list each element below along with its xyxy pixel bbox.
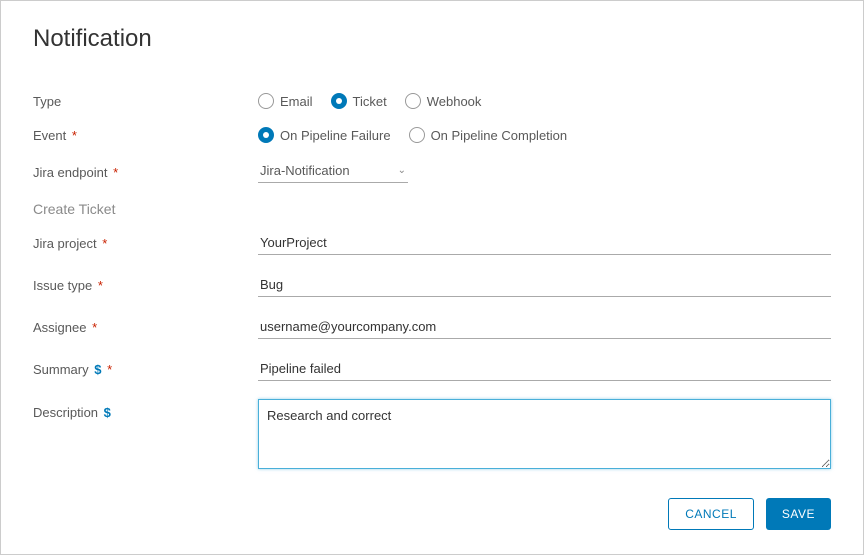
assignee-label: Assignee *: [33, 320, 258, 335]
assignee-input[interactable]: [258, 315, 831, 339]
jira-project-input[interactable]: [258, 231, 831, 255]
required-icon: *: [92, 320, 97, 335]
event-completion-option[interactable]: On Pipeline Completion: [409, 127, 568, 143]
create-ticket-header: Create Ticket: [33, 201, 831, 217]
jira-project-label-text: Jira project: [33, 236, 97, 251]
jira-endpoint-label: Jira endpoint *: [33, 165, 258, 180]
issue-type-label-text: Issue type: [33, 278, 92, 293]
summary-label-text: Summary: [33, 362, 89, 377]
type-label: Type: [33, 94, 258, 109]
jira-project-label: Jira project *: [33, 236, 258, 251]
event-failure-label: On Pipeline Failure: [280, 128, 391, 143]
type-webhook-label: Webhook: [427, 94, 482, 109]
type-ticket-option[interactable]: Ticket: [331, 93, 387, 109]
issue-type-input[interactable]: [258, 273, 831, 297]
event-label-text: Event: [33, 128, 66, 143]
radio-icon: [258, 127, 274, 143]
radio-icon: [409, 127, 425, 143]
type-webhook-option[interactable]: Webhook: [405, 93, 482, 109]
save-button[interactable]: SAVE: [766, 498, 831, 530]
assignee-row: Assignee *: [33, 315, 831, 339]
jira-project-row: Jira project *: [33, 231, 831, 255]
description-label-text: Description: [33, 405, 98, 420]
event-failure-option[interactable]: On Pipeline Failure: [258, 127, 391, 143]
jira-endpoint-row: Jira endpoint * Jira-Notification ⌄: [33, 161, 831, 183]
issue-type-label: Issue type *: [33, 278, 258, 293]
radio-icon: [405, 93, 421, 109]
assignee-label-text: Assignee: [33, 320, 86, 335]
summary-row: Summary $ *: [33, 357, 831, 381]
radio-icon: [258, 93, 274, 109]
type-email-option[interactable]: Email: [258, 93, 313, 109]
event-completion-label: On Pipeline Completion: [431, 128, 568, 143]
radio-icon: [331, 93, 347, 109]
cancel-button[interactable]: CANCEL: [668, 498, 754, 530]
required-icon: *: [102, 236, 107, 251]
summary-input[interactable]: [258, 357, 831, 381]
description-row: Description $: [33, 399, 831, 472]
notification-panel: Notification Type Email Ticket Webhook E…: [0, 0, 864, 555]
jira-endpoint-select[interactable]: Jira-Notification ⌄: [258, 161, 408, 183]
summary-label: Summary $ *: [33, 362, 258, 377]
footer-actions: CANCEL SAVE: [668, 498, 831, 530]
event-row: Event * On Pipeline Failure On Pipeline …: [33, 127, 831, 143]
jira-endpoint-label-text: Jira endpoint: [33, 165, 107, 180]
variable-icon: $: [94, 362, 101, 377]
event-label: Event *: [33, 128, 258, 143]
description-label: Description $: [33, 399, 258, 420]
type-row: Type Email Ticket Webhook: [33, 93, 831, 109]
variable-icon: $: [104, 405, 111, 420]
type-radio-group: Email Ticket Webhook: [258, 93, 481, 109]
event-radio-group: On Pipeline Failure On Pipeline Completi…: [258, 127, 567, 143]
jira-endpoint-value: Jira-Notification: [260, 163, 350, 178]
type-ticket-label: Ticket: [353, 94, 387, 109]
description-textarea[interactable]: [258, 399, 831, 469]
chevron-down-icon: ⌄: [398, 165, 406, 176]
required-icon: *: [72, 128, 77, 143]
required-icon: *: [113, 165, 118, 180]
required-icon: *: [98, 278, 103, 293]
type-email-label: Email: [280, 94, 313, 109]
required-icon: *: [107, 362, 112, 377]
issue-type-row: Issue type *: [33, 273, 831, 297]
page-title: Notification: [33, 25, 831, 53]
